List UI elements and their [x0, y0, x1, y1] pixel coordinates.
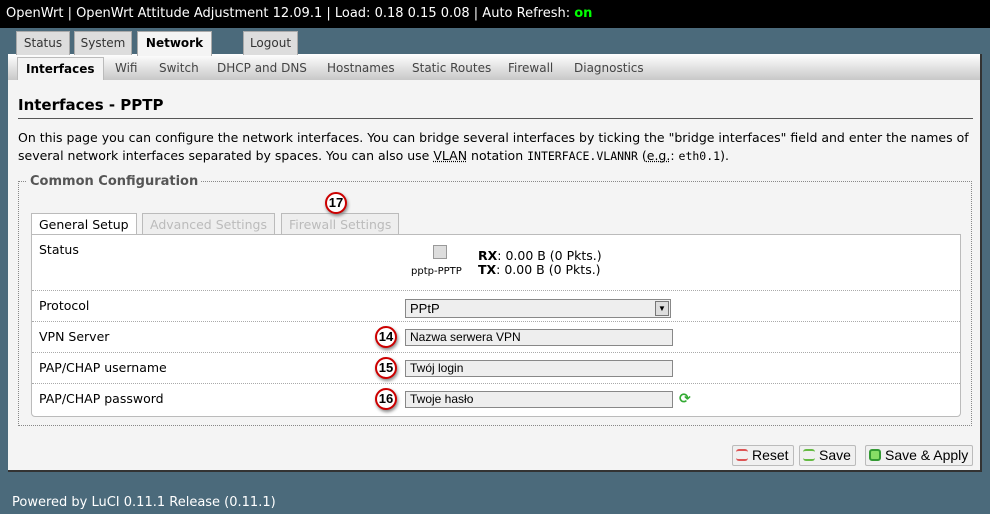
tab-general-setup[interactable]: General Setup: [31, 213, 137, 236]
reveal-password-icon[interactable]: ⟳: [679, 391, 691, 407]
tab-status[interactable]: Status: [16, 31, 70, 55]
traffic-stats: RX: 0.00 B (0 Pkts.) TX: 0.00 B (0 Pkts.): [478, 248, 602, 277]
subnav-diagnostics[interactable]: Diagnostics: [566, 57, 652, 80]
subnav-static-routes[interactable]: Static Routes: [404, 57, 499, 80]
tab-network[interactable]: Network: [137, 31, 212, 56]
header-text: OpenWrt | OpenWrt Attitude Adjustment 12…: [6, 6, 575, 21]
footer: Powered by LuCI 0.11.1 Release (0.11.1): [12, 495, 276, 510]
save-button[interactable]: Save: [799, 445, 856, 466]
common-configuration: Common Configuration General Setup Advan…: [18, 174, 972, 426]
status-label: Status: [39, 242, 79, 257]
tab-system[interactable]: System: [74, 31, 132, 55]
annotation-badge: 16: [375, 388, 397, 410]
page-title: Interfaces - PPTP: [18, 96, 973, 119]
protocol-label: Protocol: [39, 298, 90, 313]
protocol-select[interactable]: PPtP ▼: [405, 299, 671, 318]
tab-logout[interactable]: Logout: [243, 31, 298, 55]
vpn-server-input[interactable]: Nazwa serwera VPN: [405, 329, 673, 346]
save-icon: [803, 449, 815, 461]
subnav-dhcp[interactable]: DHCP and DNS: [209, 57, 315, 80]
annotation-badge: 17: [325, 192, 347, 214]
annotation-badge: 15: [375, 357, 397, 379]
reset-icon: [736, 449, 748, 461]
subnav-firewall[interactable]: Firewall: [500, 57, 561, 80]
reset-button[interactable]: Reset: [732, 445, 794, 466]
vlan-abbr: VLAN: [433, 148, 468, 163]
page-description: On this page you can configure the netwo…: [18, 130, 969, 163]
subnav-wifi[interactable]: Wifi: [107, 57, 146, 80]
username-label: PAP/CHAP username: [39, 360, 167, 375]
save-apply-button[interactable]: Save & Apply: [865, 445, 974, 466]
tab-firewall-settings[interactable]: Firewall Settings: [281, 213, 400, 235]
annotation-badge: 14: [375, 326, 397, 348]
chevron-down-icon: ▼: [655, 301, 669, 316]
content-panel: Interfaces Wifi Switch DHCP and DNS Host…: [8, 54, 982, 472]
username-input[interactable]: Twój login: [405, 360, 673, 377]
fieldset-legend: Common Configuration: [30, 174, 199, 189]
subnav-switch[interactable]: Switch: [151, 57, 207, 80]
general-setup-section: Status pptp-PPTP RX: 0.00 B (0 Pkts.) TX:…: [31, 234, 961, 417]
network-interface-icon: [433, 245, 447, 259]
subnav-interfaces[interactable]: Interfaces: [17, 57, 104, 80]
subnav-hostnames[interactable]: Hostnames: [319, 57, 403, 80]
sub-nav: Interfaces Wifi Switch DHCP and DNS Host…: [8, 54, 980, 80]
apply-icon: [869, 449, 881, 461]
password-label: PAP/CHAP password: [39, 391, 164, 406]
interface-name: pptp-PPTP: [411, 266, 462, 277]
password-input[interactable]: Twoje hasło: [405, 391, 673, 408]
vpn-server-label: VPN Server: [39, 329, 110, 344]
auto-refresh-toggle[interactable]: on: [574, 6, 592, 21]
header-bar: OpenWrt | OpenWrt Attitude Adjustment 12…: [0, 0, 990, 28]
tab-advanced-settings[interactable]: Advanced Settings: [142, 213, 275, 235]
